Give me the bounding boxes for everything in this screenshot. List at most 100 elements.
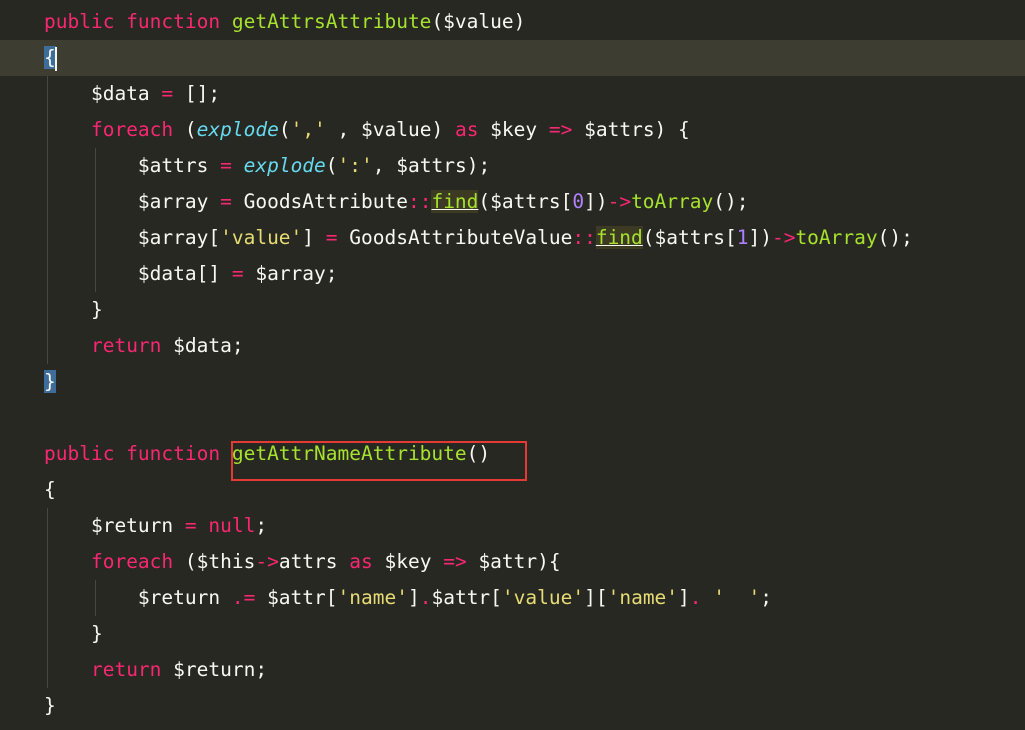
code-token: attrs — [278, 550, 350, 573]
code-token: toArray — [631, 190, 714, 213]
code-token: 1 — [736, 226, 749, 249]
code-token: ]) — [584, 190, 608, 213]
code-token: toArray — [795, 226, 878, 249]
code-token: return — [90, 334, 162, 357]
code-token: 0 — [572, 190, 585, 213]
code-text: $attrs = explode(':', $attrs); — [44, 148, 490, 184]
code-token: $return — [44, 586, 232, 609]
code-line[interactable]: foreach ($this->attrs as $key => $attr){ — [0, 544, 1025, 580]
code-token: -> — [607, 190, 632, 213]
code-text: $data[] = $array; — [44, 256, 338, 292]
code-token: public function — [44, 10, 232, 33]
code-token: as — [349, 550, 373, 573]
code-text: } — [44, 616, 103, 652]
code-token: ]) — [748, 226, 772, 249]
code-token: $data[] — [44, 262, 232, 285]
code-token: getAttrNameAttribute — [231, 442, 467, 465]
code-token: foreach — [90, 550, 174, 573]
code-token: = — [231, 262, 244, 285]
code-text: foreach ($this->attrs as $key => $attr){ — [44, 544, 561, 580]
code-token: { — [44, 478, 56, 501]
code-token: , $attrs); — [372, 154, 491, 177]
code-text: $return .= $attr['name'].$attr['value'][… — [44, 580, 772, 616]
code-token: ',' — [290, 118, 326, 141]
matched-brace: } — [44, 370, 56, 393]
code-line[interactable] — [0, 400, 1025, 436]
code-token: => — [443, 550, 467, 573]
code-line[interactable]: $return = null; — [0, 508, 1025, 544]
code-token: ] — [407, 586, 420, 609]
code-line[interactable]: $array['value'] = GoodsAttributeValue::f… — [0, 220, 1025, 256]
code-line[interactable]: return $data; — [0, 328, 1025, 364]
code-token: 'value' — [220, 226, 303, 249]
code-token: getAttrsAttribute — [231, 10, 432, 33]
code-text: $array = GoodsAttribute::find($attrs[0])… — [44, 184, 748, 220]
code-token: $array — [44, 190, 221, 213]
code-token: $attr[ — [255, 586, 338, 609]
code-token: 'name' — [607, 586, 679, 609]
code-token: GoodsAttributeValue — [337, 226, 573, 249]
code-line[interactable]: $data = []; — [0, 76, 1025, 112]
code-token: $data — [44, 82, 162, 105]
code-token: = — [220, 154, 232, 177]
code-line[interactable]: public function getAttrsAttribute($value… — [0, 4, 1025, 40]
code-line[interactable]: public function getAttrNameAttribute() — [0, 436, 1025, 472]
code-text: } — [44, 364, 56, 400]
code-line[interactable]: { — [0, 40, 1025, 76]
code-token-match: find — [431, 190, 479, 213]
code-token: (); — [713, 190, 749, 213]
code-token: .= — [231, 586, 256, 609]
code-line[interactable]: foreach (explode(',' , $value) as $key =… — [0, 112, 1025, 148]
code-line[interactable]: $data[] = $array; — [0, 256, 1025, 292]
code-text: $data = []; — [44, 76, 220, 112]
code-text: return $data; — [44, 328, 244, 364]
code-token: $key — [478, 118, 549, 141]
code-token: $attr){ — [466, 550, 561, 573]
code-token: :: — [407, 190, 432, 213]
code-token: } — [44, 694, 56, 717]
code-token: } — [44, 622, 103, 645]
code-token: $array; — [243, 262, 338, 285]
code-line[interactable]: $array = GoodsAttribute::find($attrs[0])… — [0, 184, 1025, 220]
code-line[interactable]: } — [0, 292, 1025, 328]
code-line[interactable]: $return .= $attr['name'].$attr['value'][… — [0, 580, 1025, 616]
code-token: -> — [255, 550, 279, 573]
code-token: GoodsAttribute — [231, 190, 408, 213]
code-line[interactable]: return $return; — [0, 652, 1025, 688]
code-text: { — [44, 40, 57, 76]
code-line[interactable]: } — [0, 688, 1025, 724]
code-editor[interactable]: public function getAttrsAttribute($value… — [0, 0, 1025, 730]
code-token: = — [220, 190, 232, 213]
code-line[interactable]: { — [0, 472, 1025, 508]
code-token: null — [208, 514, 256, 537]
code-token: []; — [173, 82, 221, 105]
code-token: $attr[ — [431, 586, 502, 609]
code-token: = — [325, 226, 338, 249]
code-line[interactable]: } — [0, 364, 1025, 400]
code-token: ] — [302, 226, 326, 249]
code-token: . — [419, 586, 432, 609]
code-token: => — [548, 118, 573, 141]
text-caret — [54, 46, 57, 71]
code-token: ; — [255, 514, 268, 537]
code-token: 'name' — [337, 586, 408, 609]
code-token: ( — [173, 118, 197, 141]
code-text: foreach (explode(',' , $value) as $key =… — [44, 112, 690, 148]
code-token: ( — [325, 154, 338, 177]
code-text: } — [44, 292, 103, 328]
code-token: public function — [44, 442, 232, 465]
code-line[interactable]: $attrs = explode(':', $attrs); — [0, 148, 1025, 184]
code-token: return — [90, 658, 162, 681]
code-text: $return = null; — [44, 508, 267, 544]
code-token: $attrs — [44, 154, 221, 177]
code-token: () — [466, 442, 491, 465]
code-token: = — [184, 514, 197, 537]
code-line[interactable]: } — [0, 616, 1025, 652]
code-token: ( — [278, 118, 291, 141]
